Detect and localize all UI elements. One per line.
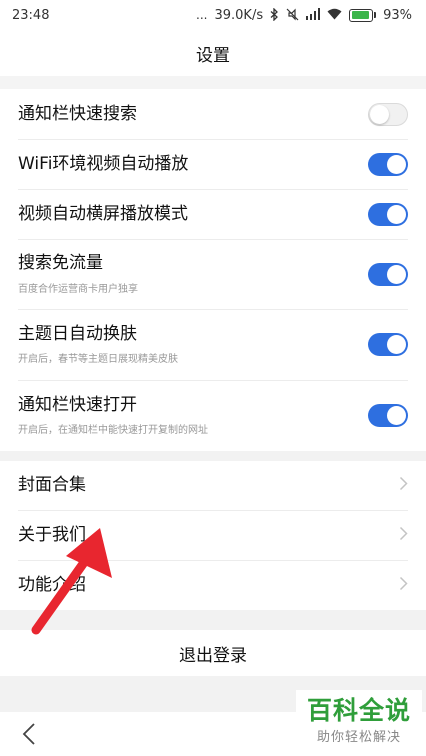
page-header: 设置 xyxy=(0,30,426,76)
toggle-knob xyxy=(387,264,406,284)
red-arrow-annotation xyxy=(31,528,112,635)
setting-label: 主题日自动换肤 xyxy=(18,323,137,344)
toggle-switch-landscape-mode[interactable] xyxy=(368,202,408,226)
toggle-switch-wifi-autoplay[interactable] xyxy=(368,152,408,176)
back-arrow-icon[interactable] xyxy=(22,722,36,750)
signal-icon xyxy=(306,8,321,22)
toggle-switch-notification-open[interactable] xyxy=(368,404,408,427)
toggle-knob xyxy=(387,154,406,174)
link-label: 封面合集 xyxy=(18,475,86,496)
watermark-logo: 百科全说 助你轻松解决 xyxy=(296,690,422,752)
setting-label: 搜索免流量 xyxy=(18,253,103,274)
setting-row-notification-open[interactable]: 通知栏快速打开 开启后，在通知栏中能快速打开复制的网址 xyxy=(0,380,426,451)
battery-icon xyxy=(349,8,377,22)
section-gap xyxy=(0,76,426,90)
status-bar: 23:48 ... 39.0K/s 93% xyxy=(0,0,426,30)
watermark-title: 百科全说 xyxy=(306,695,411,725)
bluetooth-icon xyxy=(270,6,279,23)
setting-row-theme-skin[interactable]: 主题日自动换肤 开启后，春节等主题日展现精美皮肤 xyxy=(0,309,426,380)
setting-label: 通知栏快速搜索 xyxy=(18,103,137,124)
toggle-settings-list: 通知栏快速搜索 WiFi环境视频自动播放 视频自动横屏播放模式 搜索免流量 百度… xyxy=(0,89,426,451)
setting-description: 百度合作运营商卡用户独享 xyxy=(18,283,138,295)
setting-label: 通知栏快速打开 xyxy=(18,394,137,415)
chevron-right-icon xyxy=(399,525,408,546)
setting-label: WiFi环境视频自动播放 xyxy=(18,153,189,174)
setting-row-landscape-mode[interactable]: 视频自动横屏播放模式 xyxy=(0,189,426,239)
logout-label: 退出登录 xyxy=(179,645,247,666)
toggle-knob xyxy=(387,204,406,224)
chevron-right-icon xyxy=(399,475,408,496)
status-icons: ... 39.0K/s 93% xyxy=(196,6,412,23)
network-speed: 39.0K/s xyxy=(214,7,264,23)
toggle-switch-theme-skin[interactable] xyxy=(368,333,408,356)
wifi-icon xyxy=(327,8,342,22)
setting-label: 视频自动横屏播放模式 xyxy=(18,203,188,224)
toggle-knob xyxy=(387,406,406,425)
toggle-switch-free-data[interactable] xyxy=(368,262,408,286)
chevron-right-icon xyxy=(399,575,408,596)
status-time: 23:48 xyxy=(12,7,50,23)
setting-description: 开启后，春节等主题日展现精美皮肤 xyxy=(18,354,178,366)
link-row-cover-collection[interactable]: 封面合集 xyxy=(0,461,426,510)
setting-row-wifi-autoplay[interactable]: WiFi环境视频自动播放 xyxy=(0,139,426,189)
section-gap xyxy=(0,451,426,461)
toggle-switch-notification-search[interactable] xyxy=(368,102,408,126)
battery-percent: 93% xyxy=(383,7,412,23)
dots-icon: ... xyxy=(196,8,208,22)
setting-row-free-data[interactable]: 搜索免流量 百度合作运营商卡用户独享 xyxy=(0,239,426,309)
toggle-knob xyxy=(370,104,389,124)
setting-row-notification-search[interactable]: 通知栏快速搜索 xyxy=(0,89,426,139)
setting-description: 开启后，在通知栏中能快速打开复制的网址 xyxy=(18,425,208,437)
toggle-knob xyxy=(387,335,406,354)
page-title: 设置 xyxy=(196,45,230,66)
watermark-subtitle: 助你轻松解决 xyxy=(316,730,401,746)
mute-icon xyxy=(286,8,299,23)
